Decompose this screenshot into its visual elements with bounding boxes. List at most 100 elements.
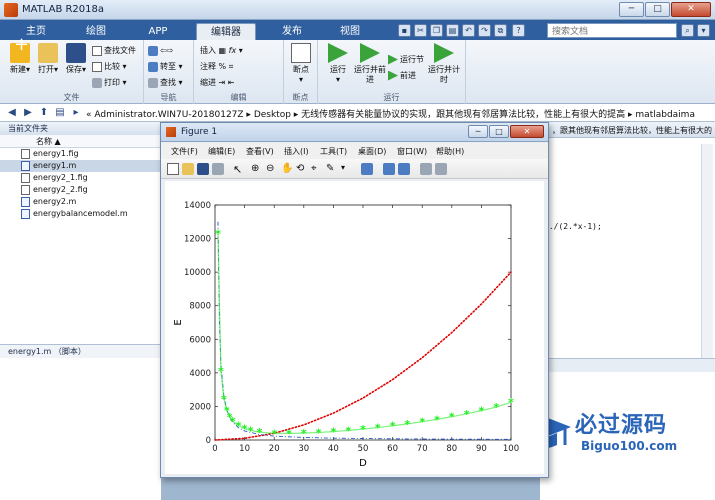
zoom-in-icon[interactable]: ⊕: [251, 163, 263, 175]
menu-window[interactable]: 窗口(W): [397, 146, 427, 157]
nav-back-forward-button[interactable]: ⇦⇨: [148, 45, 173, 57]
ribbon: 新建▾ 打开▾ 保存▾ 查找文件 比较 ▾ 打印 ▾ 文件 ⇦⇨ 转至 ▾ 查找…: [0, 40, 715, 104]
ribbon-group-edit: 插入 ▦ fx ▾ 注释 % ⌗ 缩进 ⇥ ⇤ 编辑: [194, 40, 284, 104]
close-button[interactable]: ✕: [671, 2, 711, 17]
figure-title-bar[interactable]: Figure 1 ─ □ ✕: [161, 123, 548, 142]
run-button[interactable]: 运行 ▾: [322, 43, 354, 85]
switch-windows-icon[interactable]: ⧉: [494, 24, 507, 37]
pan-hand-icon[interactable]: ✋: [281, 163, 293, 175]
energy-chart[interactable]: 0 10 20 30 40 50 60 70 80 90 100 0 2000 4000 6000 8000 1…: [165, 181, 544, 474]
file-row[interactable]: energybalancemodel.m: [0, 208, 161, 220]
find-button[interactable]: 查找 ▾: [148, 77, 183, 89]
cut-icon[interactable]: ✂: [414, 24, 427, 37]
paste-icon[interactable]: ▤: [446, 24, 459, 37]
save-figure-icon[interactable]: [197, 163, 209, 175]
menu-view[interactable]: 查看(V): [246, 146, 274, 157]
up-folder-icon[interactable]: ⬆: [38, 107, 50, 119]
browse-folder-icon[interactable]: ▤: [54, 107, 66, 119]
title-bar: MATLAB R2018a ─ □ ✕: [0, 0, 715, 20]
code-line[interactable]: )./(2.*x-1);: [544, 222, 602, 231]
name-column-header[interactable]: 名称 ▲: [0, 135, 161, 148]
copy-icon[interactable]: ❐: [430, 24, 443, 37]
forward-arrow-icon[interactable]: ▶: [22, 107, 34, 119]
help-icon[interactable]: ?: [512, 24, 525, 37]
colorbar-icon[interactable]: [383, 163, 395, 175]
series-green-marker: *: [248, 424, 254, 437]
figure-minimize-button[interactable]: ─: [468, 125, 488, 138]
goto-button[interactable]: 转至 ▾: [148, 61, 183, 73]
open-file-icon[interactable]: [182, 163, 194, 175]
matlab-logo-icon: [4, 3, 18, 17]
run-and-time-button[interactable]: 运行并计时: [428, 43, 460, 85]
command-window-bar: [540, 358, 715, 372]
back-arrow-icon[interactable]: ◀: [6, 107, 18, 119]
link-plot-icon[interactable]: [361, 163, 373, 175]
file-row[interactable]: energy1.fig: [0, 148, 161, 160]
brush-dropdown-icon[interactable]: ▾: [341, 163, 353, 175]
y-tick-label: 2000: [189, 402, 211, 412]
series-green-marker: *: [257, 426, 263, 439]
plot-area[interactable]: 0 10 20 30 40 50 60 70 80 90 100 0 2000 4000 6000 8000 1…: [165, 181, 544, 474]
menu-file[interactable]: 文件(F): [171, 146, 198, 157]
legend-icon[interactable]: [398, 163, 410, 175]
file-name: energy1.m: [33, 161, 77, 170]
rotate-3d-icon[interactable]: ⟲: [296, 163, 308, 175]
editor-scrollbar[interactable]: [701, 144, 713, 358]
tab-apps[interactable]: APP: [136, 23, 180, 40]
file-row[interactable]: energy2_1.fig: [0, 172, 161, 184]
comment-button[interactable]: 注释 % ⌗: [200, 61, 233, 73]
run-group-label: 运行: [383, 93, 400, 102]
menu-insert[interactable]: 插入(I): [284, 146, 309, 157]
maximize-button[interactable]: □: [645, 2, 670, 17]
search-icon[interactable]: ⌕: [681, 24, 694, 37]
find-files-button[interactable]: 查找文件: [92, 45, 136, 57]
m-file-icon: [21, 197, 30, 207]
search-docs-input[interactable]: [547, 23, 677, 38]
hide-plot-tools-icon[interactable]: [420, 163, 432, 175]
advance-button[interactable]: 前进: [388, 70, 416, 82]
save-button[interactable]: 保存▾: [60, 43, 92, 75]
minimize-button[interactable]: ─: [619, 2, 644, 17]
new-figure-icon[interactable]: [167, 163, 179, 175]
figure-toolbar: ↖ ⊕ ⊖ ✋ ⟲ ⌖ ✎ ▾: [161, 159, 548, 179]
zoom-out-icon[interactable]: ⊖: [266, 163, 278, 175]
file-row[interactable]: energy2.m: [0, 196, 161, 208]
data-cursor-icon[interactable]: ⌖: [311, 163, 323, 175]
insert-button[interactable]: 插入 ▦ fx ▾: [200, 45, 243, 57]
brush-icon[interactable]: ✎: [326, 163, 338, 175]
tab-editor[interactable]: 编辑器: [196, 23, 256, 40]
redo-icon[interactable]: ↷: [478, 24, 491, 37]
compare-button[interactable]: 比较 ▾: [92, 61, 127, 73]
figure-close-button[interactable]: ✕: [510, 125, 544, 138]
save-quick-icon[interactable]: ▪: [398, 24, 411, 37]
menu-desktop[interactable]: 桌面(D): [358, 146, 386, 157]
ribbon-collapse-icon[interactable]: ▾: [697, 24, 710, 37]
percent-icon: %: [218, 62, 227, 71]
tab-view[interactable]: 视图: [328, 23, 372, 40]
run-and-advance-button[interactable]: 运行并前进: [354, 43, 386, 85]
current-folder-path[interactable]: « Administrator.WIN7U-20180127Z ▸ Deskto…: [86, 107, 695, 120]
figure-maximize-button[interactable]: □: [489, 125, 509, 138]
file-row[interactable]: energy1.m: [0, 160, 161, 172]
menu-edit[interactable]: 编辑(E): [208, 146, 235, 157]
editor-tab[interactable]: ，跟其他现有邻居算法比较，性能上有很大的: [540, 122, 715, 138]
watermark-subtitle: Biguo100.com: [581, 439, 678, 453]
print-figure-icon[interactable]: [212, 163, 224, 175]
series-green-marker: *: [331, 426, 337, 439]
breakpoints-button[interactable]: 断点 ▾: [285, 43, 317, 85]
menu-help[interactable]: 帮助(H): [436, 146, 464, 157]
tab-publish[interactable]: 发布: [270, 23, 314, 40]
x-tick-label: 40: [328, 444, 339, 454]
print-button[interactable]: 打印 ▾: [92, 77, 127, 89]
file-name: energybalancemodel.m: [33, 209, 128, 218]
file-row[interactable]: energy2_2.fig: [0, 184, 161, 196]
tab-plots[interactable]: 绘图: [74, 23, 118, 40]
show-plot-tools-icon[interactable]: [435, 163, 447, 175]
m-file-icon: [21, 209, 30, 219]
x-tick-label: 20: [269, 444, 280, 454]
run-section-button[interactable]: 运行节: [388, 54, 424, 66]
edit-plot-arrow-icon[interactable]: ↖: [233, 163, 245, 176]
undo-icon[interactable]: ↶: [462, 24, 475, 37]
indent-button[interactable]: 缩进 ⇥ ⇤: [200, 77, 235, 89]
menu-tools[interactable]: 工具(T): [320, 146, 347, 157]
